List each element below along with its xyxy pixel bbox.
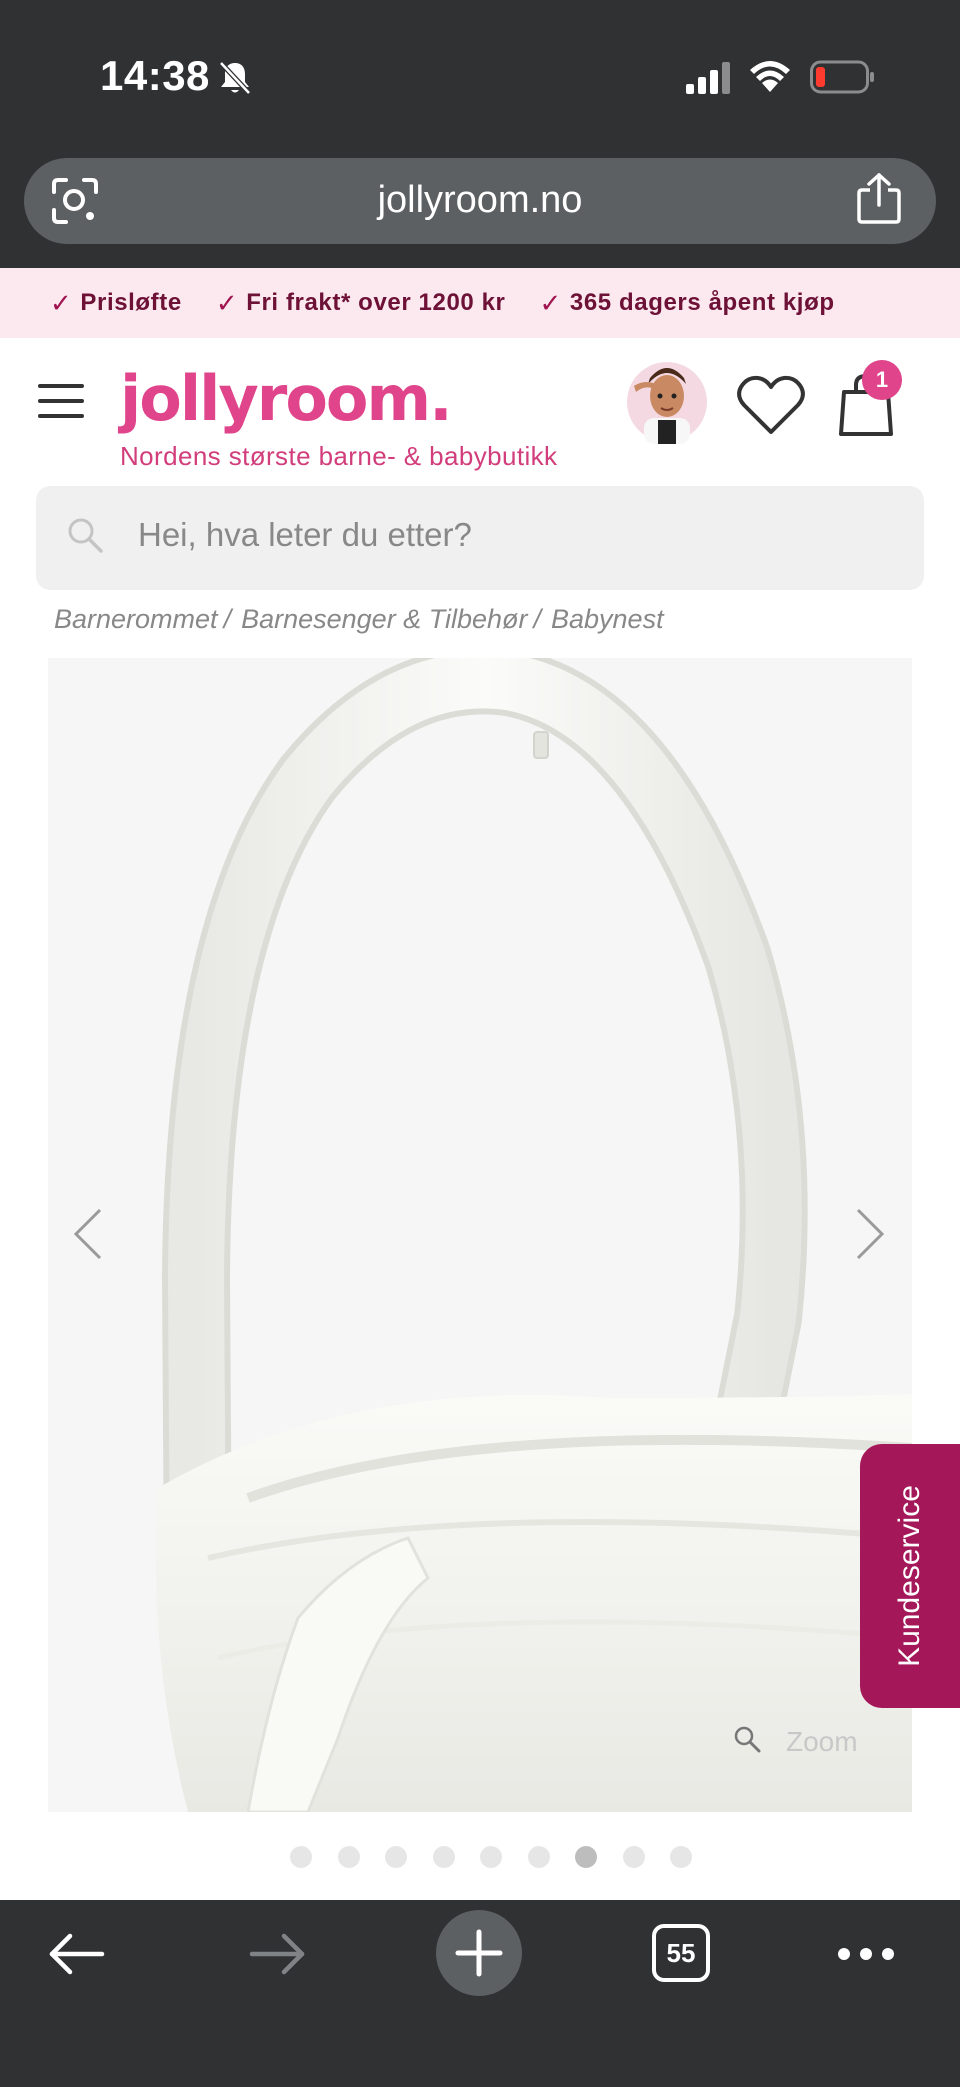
wifi-icon xyxy=(750,61,790,92)
tabs-count-button[interactable]: 55 xyxy=(652,1924,710,1982)
usp-item: ✓ Prisløfte xyxy=(50,288,182,319)
carousel-dot[interactable] xyxy=(527,1846,550,1868)
usp-label: Prisløfte xyxy=(80,289,182,316)
status-time: 14:38 xyxy=(100,52,210,99)
menu-icon[interactable] xyxy=(38,384,86,418)
plus-icon xyxy=(455,1929,503,1977)
carousel-dot[interactable] xyxy=(385,1846,407,1868)
breadcrumb-separator: / xyxy=(533,604,541,634)
chevron-right-icon[interactable] xyxy=(852,1206,888,1262)
usp-strip: ✓ Prisløfte ✓ Fri frakt* over 1200 kr ✓ … xyxy=(0,268,960,338)
check-icon: ✓ xyxy=(539,287,562,318)
customer-service-label: Kundeservice xyxy=(893,1485,926,1667)
logo[interactable]: jollyroom. xyxy=(120,362,453,435)
usp-label: 365 dagers åpent kjøp xyxy=(569,289,835,316)
share-icon[interactable] xyxy=(856,172,902,224)
customer-service-tab[interactable]: Kundeservice xyxy=(860,1444,960,1708)
cart-count-badge: 1 xyxy=(862,360,902,400)
signal-icon xyxy=(686,62,730,94)
url-text: jollyroom.no xyxy=(377,179,583,221)
battery-icon xyxy=(810,60,874,94)
check-icon: ✓ xyxy=(50,287,73,318)
address-bar[interactable]: jollyroom.no xyxy=(24,158,936,244)
zoom-icon[interactable] xyxy=(732,1724,762,1754)
check-icon: ✓ xyxy=(215,287,239,318)
usp-label: Fri frakt* over 1200 kr xyxy=(246,289,506,316)
breadcrumb: Barnerommet / Barnesenger & Tilbehør / B… xyxy=(54,604,664,635)
usp-item: ✓ Fri frakt* over 1200 kr xyxy=(216,288,506,319)
breadcrumb-link[interactable]: Babynest xyxy=(551,604,664,635)
search-icon xyxy=(68,518,103,553)
lens-icon[interactable] xyxy=(50,176,100,226)
assistant-avatar[interactable] xyxy=(626,356,708,444)
bell-slash-icon xyxy=(219,61,251,95)
breadcrumb-link[interactable]: Barnesenger & Tilbehør xyxy=(241,604,527,635)
carousel-dot[interactable] xyxy=(670,1846,692,1868)
tagline: Nordens største barne- & babybutikk xyxy=(120,441,558,471)
babynest-illustration xyxy=(156,658,912,1812)
forward-arrow-icon[interactable] xyxy=(248,1932,308,1976)
carousel-dot[interactable] xyxy=(480,1846,502,1868)
carousel-dot[interactable] xyxy=(622,1846,645,1868)
chevron-left-icon[interactable] xyxy=(70,1206,106,1262)
search-placeholder: Hei, hva leter du etter? xyxy=(138,516,472,553)
new-tab-button[interactable] xyxy=(436,1910,522,1996)
product-image[interactable] xyxy=(48,658,912,1812)
usp-item: ✓ 365 dagers åpent kjøp xyxy=(540,288,835,319)
carousel-dot-active[interactable] xyxy=(575,1846,597,1868)
zoom-label[interactable]: Zoom xyxy=(786,1726,858,1758)
back-arrow-icon[interactable] xyxy=(46,1932,106,1976)
carousel-dot[interactable] xyxy=(432,1846,455,1868)
carousel-dots xyxy=(290,1846,718,1868)
more-icon[interactable] xyxy=(836,1944,896,1964)
carousel-dot[interactable] xyxy=(337,1846,360,1868)
breadcrumb-separator: / xyxy=(223,604,232,634)
carousel-dot[interactable] xyxy=(290,1846,312,1868)
breadcrumb-link[interactable]: Barnerommet xyxy=(54,604,218,635)
heart-icon[interactable] xyxy=(736,374,806,436)
